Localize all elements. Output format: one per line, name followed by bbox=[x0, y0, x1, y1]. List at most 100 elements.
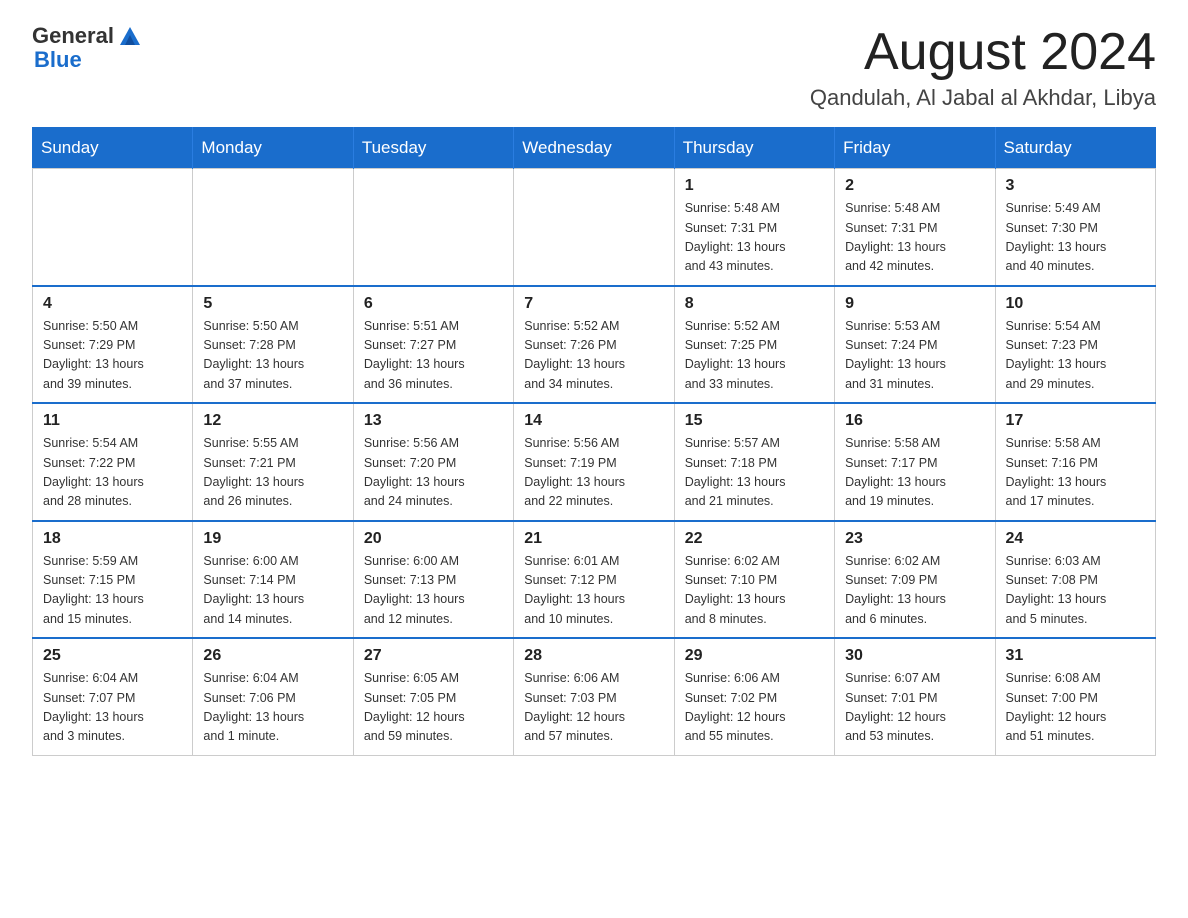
day-number: 15 bbox=[685, 412, 824, 430]
day-number: 27 bbox=[364, 647, 503, 665]
day-info: Sunrise: 5:59 AMSunset: 7:15 PMDaylight:… bbox=[43, 552, 182, 630]
calendar-cell: 16 Sunrise: 5:58 AMSunset: 7:17 PMDayligh… bbox=[835, 403, 995, 521]
col-header-tuesday: Tuesday bbox=[353, 128, 513, 169]
logo-icon bbox=[116, 25, 144, 47]
calendar-cell: 2Sunrise: 5:48 AMSunset: 7:31 PMDaylight… bbox=[835, 169, 995, 286]
day-number: 19 bbox=[203, 530, 342, 548]
day-info: Sunrise: 6:06 AMSunset: 7:03 PMDaylight:… bbox=[524, 669, 663, 747]
calendar-week-row: 25 Sunrise: 6:04 AMSunset: 7:07 PMDayligh… bbox=[33, 638, 1156, 755]
calendar-cell: 30 Sunrise: 6:07 AMSunset: 7:01 PMDayligh… bbox=[835, 638, 995, 755]
day-info: Sunrise: 5:54 AMSunset: 7:22 PMDaylight:… bbox=[43, 434, 182, 512]
day-info: Sunrise: 6:00 AMSunset: 7:13 PMDaylight:… bbox=[364, 552, 503, 630]
day-number: 2 bbox=[845, 177, 984, 195]
day-number: 4 bbox=[43, 295, 182, 313]
day-info: Sunrise: 6:00 AMSunset: 7:14 PMDaylight:… bbox=[203, 552, 342, 630]
day-number: 16 bbox=[845, 412, 984, 430]
day-info: Sunrise: 5:55 AMSunset: 7:21 PMDaylight:… bbox=[203, 434, 342, 512]
day-info: Sunrise: 5:58 AMSunset: 7:17 PMDaylight:… bbox=[845, 434, 984, 512]
calendar-cell: 21Sunrise: 6:01 AMSunset: 7:12 PMDayligh… bbox=[514, 521, 674, 639]
calendar-week-row: 18 Sunrise: 5:59 AMSunset: 7:15 PMDayligh… bbox=[33, 521, 1156, 639]
calendar-cell: 11 Sunrise: 5:54 AMSunset: 7:22 PMDayligh… bbox=[33, 403, 193, 521]
calendar-cell: 27 Sunrise: 6:05 AMSunset: 7:05 PMDayligh… bbox=[353, 638, 513, 755]
day-info: Sunrise: 5:51 AMSunset: 7:27 PMDaylight:… bbox=[364, 317, 503, 395]
calendar-cell: 15 Sunrise: 5:57 AMSunset: 7:18 PMDayligh… bbox=[674, 403, 834, 521]
day-info: Sunrise: 6:08 AMSunset: 7:00 PMDaylight:… bbox=[1006, 669, 1145, 747]
day-number: 23 bbox=[845, 530, 984, 548]
calendar-cell: 20 Sunrise: 6:00 AMSunset: 7:13 PMDayligh… bbox=[353, 521, 513, 639]
calendar-week-row: 4 Sunrise: 5:50 AMSunset: 7:29 PMDaylight… bbox=[33, 286, 1156, 404]
logo: General Blue bbox=[32, 24, 144, 72]
calendar-cell: 12 Sunrise: 5:55 AMSunset: 7:21 PMDayligh… bbox=[193, 403, 353, 521]
day-number: 29 bbox=[685, 647, 824, 665]
day-number: 11 bbox=[43, 412, 182, 430]
col-header-sunday: Sunday bbox=[33, 128, 193, 169]
day-info: Sunrise: 5:57 AMSunset: 7:18 PMDaylight:… bbox=[685, 434, 824, 512]
calendar-cell: 22 Sunrise: 6:02 AMSunset: 7:10 PMDayligh… bbox=[674, 521, 834, 639]
day-number: 17 bbox=[1006, 412, 1145, 430]
day-info: Sunrise: 6:04 AMSunset: 7:07 PMDaylight:… bbox=[43, 669, 182, 747]
day-number: 1 bbox=[685, 177, 824, 195]
day-info: Sunrise: 6:07 AMSunset: 7:01 PMDaylight:… bbox=[845, 669, 984, 747]
day-number: 12 bbox=[203, 412, 342, 430]
col-header-monday: Monday bbox=[193, 128, 353, 169]
day-info: Sunrise: 6:06 AMSunset: 7:02 PMDaylight:… bbox=[685, 669, 824, 747]
day-number: 31 bbox=[1006, 647, 1145, 665]
col-header-friday: Friday bbox=[835, 128, 995, 169]
calendar-cell bbox=[514, 169, 674, 286]
calendar-header-row: SundayMondayTuesdayWednesdayThursdayFrid… bbox=[33, 128, 1156, 169]
day-info: Sunrise: 5:52 AMSunset: 7:26 PMDaylight:… bbox=[524, 317, 663, 395]
day-number: 7 bbox=[524, 295, 663, 313]
logo-general: General bbox=[32, 24, 114, 48]
day-number: 28 bbox=[524, 647, 663, 665]
day-number: 3 bbox=[1006, 177, 1145, 195]
day-info: Sunrise: 5:56 AMSunset: 7:20 PMDaylight:… bbox=[364, 434, 503, 512]
calendar-cell: 26 Sunrise: 6:04 AMSunset: 7:06 PMDayligh… bbox=[193, 638, 353, 755]
calendar-cell: 25 Sunrise: 6:04 AMSunset: 7:07 PMDayligh… bbox=[33, 638, 193, 755]
calendar-cell: 9 Sunrise: 5:53 AMSunset: 7:24 PMDaylight… bbox=[835, 286, 995, 404]
calendar-cell: 10Sunrise: 5:54 AMSunset: 7:23 PMDayligh… bbox=[995, 286, 1155, 404]
col-header-saturday: Saturday bbox=[995, 128, 1155, 169]
calendar-cell: 19 Sunrise: 6:00 AMSunset: 7:14 PMDayligh… bbox=[193, 521, 353, 639]
day-info: Sunrise: 6:04 AMSunset: 7:06 PMDaylight:… bbox=[203, 669, 342, 747]
day-info: Sunrise: 5:53 AMSunset: 7:24 PMDaylight:… bbox=[845, 317, 984, 395]
day-number: 14 bbox=[524, 412, 663, 430]
day-number: 6 bbox=[364, 295, 503, 313]
day-number: 10 bbox=[1006, 295, 1145, 313]
calendar-cell: 6 Sunrise: 5:51 AMSunset: 7:27 PMDaylight… bbox=[353, 286, 513, 404]
day-info: Sunrise: 6:05 AMSunset: 7:05 PMDaylight:… bbox=[364, 669, 503, 747]
title-block: August 2024 Qandulah, Al Jabal al Akhdar… bbox=[810, 24, 1156, 111]
calendar-cell: 17Sunrise: 5:58 AMSunset: 7:16 PMDayligh… bbox=[995, 403, 1155, 521]
day-info: Sunrise: 5:49 AMSunset: 7:30 PMDaylight:… bbox=[1006, 199, 1145, 277]
day-number: 26 bbox=[203, 647, 342, 665]
logo-blue: Blue bbox=[34, 47, 82, 72]
calendar-table: SundayMondayTuesdayWednesdayThursdayFrid… bbox=[32, 127, 1156, 756]
day-number: 30 bbox=[845, 647, 984, 665]
calendar-cell: 13Sunrise: 5:56 AMSunset: 7:20 PMDayligh… bbox=[353, 403, 513, 521]
day-info: Sunrise: 5:56 AMSunset: 7:19 PMDaylight:… bbox=[524, 434, 663, 512]
calendar-cell: 24Sunrise: 6:03 AMSunset: 7:08 PMDayligh… bbox=[995, 521, 1155, 639]
col-header-wednesday: Wednesday bbox=[514, 128, 674, 169]
day-number: 20 bbox=[364, 530, 503, 548]
day-info: Sunrise: 5:52 AMSunset: 7:25 PMDaylight:… bbox=[685, 317, 824, 395]
calendar-cell: 31 Sunrise: 6:08 AMSunset: 7:00 PMDayligh… bbox=[995, 638, 1155, 755]
calendar-cell: 29 Sunrise: 6:06 AMSunset: 7:02 PMDayligh… bbox=[674, 638, 834, 755]
day-info: Sunrise: 5:50 AMSunset: 7:29 PMDaylight:… bbox=[43, 317, 182, 395]
day-info: Sunrise: 5:50 AMSunset: 7:28 PMDaylight:… bbox=[203, 317, 342, 395]
day-number: 25 bbox=[43, 647, 182, 665]
calendar-cell: 18 Sunrise: 5:59 AMSunset: 7:15 PMDayligh… bbox=[33, 521, 193, 639]
calendar-cell bbox=[353, 169, 513, 286]
day-info: Sunrise: 6:02 AMSunset: 7:10 PMDaylight:… bbox=[685, 552, 824, 630]
day-number: 22 bbox=[685, 530, 824, 548]
calendar-cell: 28 Sunrise: 6:06 AMSunset: 7:03 PMDayligh… bbox=[514, 638, 674, 755]
calendar-cell: 8 Sunrise: 5:52 AMSunset: 7:25 PMDaylight… bbox=[674, 286, 834, 404]
day-number: 8 bbox=[685, 295, 824, 313]
day-number: 21 bbox=[524, 530, 663, 548]
page-header: General Blue August 2024 Qandulah, Al Ja… bbox=[32, 24, 1156, 111]
day-number: 9 bbox=[845, 295, 984, 313]
day-info: Sunrise: 6:03 AMSunset: 7:08 PMDaylight:… bbox=[1006, 552, 1145, 630]
location-subtitle: Qandulah, Al Jabal al Akhdar, Libya bbox=[810, 85, 1156, 111]
calendar-week-row: 1Sunrise: 5:48 AMSunset: 7:31 PMDaylight… bbox=[33, 169, 1156, 286]
day-number: 5 bbox=[203, 295, 342, 313]
calendar-cell: 4 Sunrise: 5:50 AMSunset: 7:29 PMDaylight… bbox=[33, 286, 193, 404]
day-number: 18 bbox=[43, 530, 182, 548]
